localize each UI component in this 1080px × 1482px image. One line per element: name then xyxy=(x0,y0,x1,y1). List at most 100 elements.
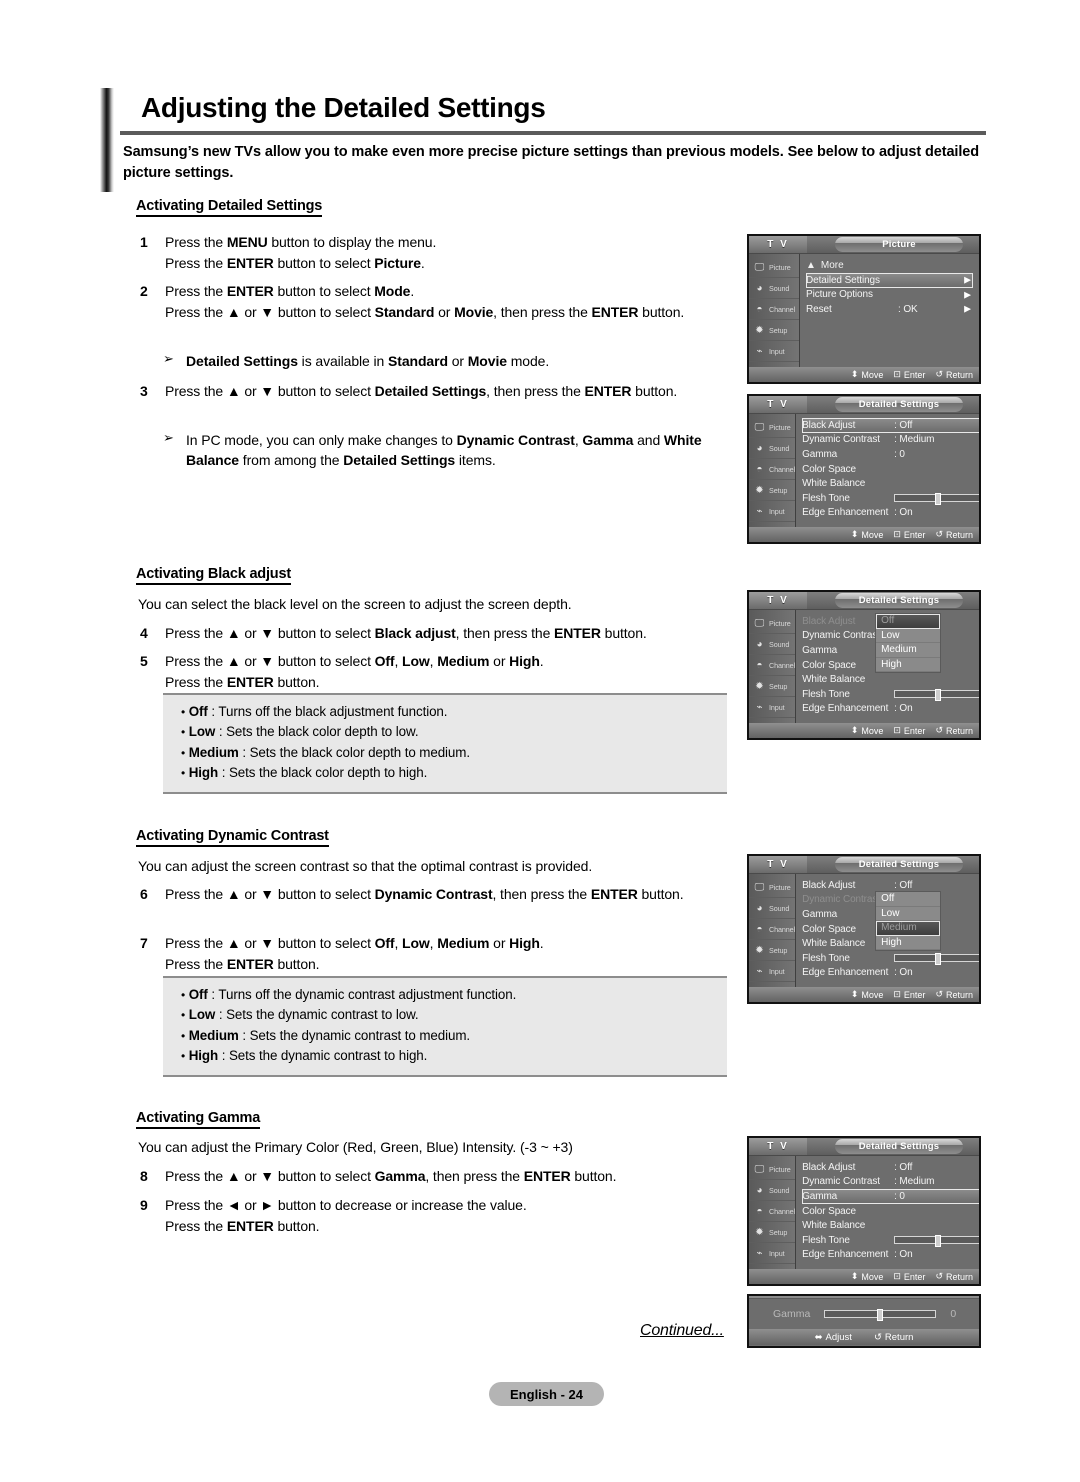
osd-row-reset[interactable]: Reset : OK ▶ xyxy=(806,302,973,317)
osd-row-edge-enhancement[interactable]: Edge Enhancement : On ▶ xyxy=(802,1248,979,1263)
input-icon: ⌁ xyxy=(756,965,763,977)
sidebar-item-sound[interactable]: ◕ Sound xyxy=(749,278,799,299)
setup-icon: ✹ xyxy=(755,1226,764,1238)
osd-menu-dynamic-contrast-dropdown: T V Detailed Settings 🖵 Picture ◕ Sound ◓ C… xyxy=(747,854,981,1004)
osd-body: 🖵 Picture ◕ Sound ◓ Channel ✹ Setup ⌁ Input ▲… xyxy=(749,254,979,382)
footer-enter[interactable]: ⊡ Enter xyxy=(893,1271,925,1282)
sidebar-label: Setup xyxy=(769,945,788,955)
row-label: Detailed Settings xyxy=(806,274,880,286)
sidebar-item-channel[interactable]: ◓ Channel xyxy=(749,1201,795,1222)
osd-row-black-adjust[interactable]: Black Adjust : Off ▶ xyxy=(802,1160,979,1175)
sidebar-item-setup[interactable]: ✹ Setup xyxy=(749,940,796,961)
sidebar-item-sound[interactable]: ◕ Sound xyxy=(749,634,796,655)
flesh-tone-slider[interactable]: 0 xyxy=(894,953,979,966)
footer-return[interactable]: ↺ Return xyxy=(935,989,973,1000)
flesh-tone-slider[interactable]: 0 xyxy=(894,689,979,702)
sidebar-item-setup[interactable]: ✹ Setup xyxy=(749,676,796,697)
sidebar-item-setup[interactable]: ✹ Setup xyxy=(749,1222,796,1243)
footer-enter[interactable]: ⊡ Enter xyxy=(893,529,925,540)
dropdown-option-off[interactable]: Off xyxy=(876,614,941,629)
footer-return[interactable]: ↺ Return xyxy=(935,1271,973,1282)
slider-knob[interactable] xyxy=(935,689,942,702)
sidebar-item-input[interactable]: ⌁ Input xyxy=(749,697,796,718)
osd-titlebar: T V Detailed Settings xyxy=(749,396,979,414)
osd-row-edge-enhancement[interactable]: Edge Enhancement : On ▶ xyxy=(802,506,979,521)
sidebar-item-sound[interactable]: ◕ Sound xyxy=(749,898,796,919)
osd-row-white-balance[interactable]: White Balance xyxy=(802,672,979,687)
osd-row-edge-enhancement[interactable]: Edge Enhancement : On xyxy=(802,966,979,981)
slider-knob[interactable] xyxy=(935,493,942,506)
sidebar-item-input[interactable]: ⌁ Input xyxy=(749,961,796,982)
dropdown-option-high[interactable]: High xyxy=(876,658,941,673)
footer-return[interactable]: ↺ Return xyxy=(935,725,973,736)
dropdown-option-low[interactable]: Low xyxy=(876,629,941,644)
osd-row-dynamic-contrast[interactable]: Dynamic Contrast : Medium ▶ xyxy=(802,433,979,448)
dropdown-option-medium[interactable]: Medium xyxy=(876,921,941,936)
sidebar-item-picture[interactable]: 🖵 Picture xyxy=(749,417,796,438)
sidebar-item-channel[interactable]: ◓ Channel xyxy=(749,459,795,480)
sidebar-item-picture[interactable]: 🖵 Picture xyxy=(749,1159,796,1180)
sidebar-item-sound[interactable]: ◕ Sound xyxy=(749,1180,796,1201)
sidebar-item-picture[interactable]: 🖵 Picture xyxy=(749,877,796,898)
return-icon: ↺ xyxy=(935,989,943,999)
osd-row-picture-options[interactable]: Picture Options ▶ xyxy=(806,288,973,303)
dropdown-option-off[interactable]: Off xyxy=(876,892,941,907)
sidebar-item-sound[interactable]: ◕ Sound xyxy=(749,438,796,459)
flesh-tone-slider[interactable]: 0 xyxy=(894,1235,979,1248)
osd-row-white-balance[interactable]: White Balance ▶ xyxy=(802,1218,979,1233)
updown-arrow-icon: ⬍ xyxy=(850,369,859,379)
sidebar-label: Channel xyxy=(769,464,796,474)
footer-return[interactable]: ↺ Return xyxy=(874,1332,913,1343)
footer-adjust[interactable]: ⬌ Adjust xyxy=(815,1332,852,1343)
sidebar-item-channel[interactable]: ◓ Channel xyxy=(749,919,795,940)
slider-knob[interactable] xyxy=(935,953,942,966)
footer-enter[interactable]: ⊡ Enter xyxy=(893,369,925,380)
osd-row-gamma[interactable]: Gamma : 0 ▶ xyxy=(802,1189,979,1204)
osd-row-flesh-tone[interactable]: Flesh Tone 0 xyxy=(802,951,979,966)
osd-row-flesh-tone[interactable]: Flesh Tone 0 xyxy=(802,491,979,506)
dropdown-option-low[interactable]: Low xyxy=(876,907,941,922)
footer-move[interactable]: ⬍ Move xyxy=(851,725,884,736)
footer-enter[interactable]: ⊡ Enter xyxy=(893,725,925,736)
input-icon: ⌁ xyxy=(756,345,763,357)
osd-more-row[interactable]: ▲ More xyxy=(806,258,973,273)
sidebar-item-input[interactable]: ⌁ Input xyxy=(749,341,799,362)
osd-row-gamma[interactable]: Gamma : 0 ▶ xyxy=(802,447,979,462)
sidebar-item-setup[interactable]: ✹ Setup xyxy=(749,320,799,341)
osd-row-color-space[interactable]: Color Space ▶ xyxy=(802,462,979,477)
footer-move[interactable]: ⬍ Move xyxy=(851,1271,884,1282)
osd-row-detailed-settings[interactable]: Detailed Settings ▶ xyxy=(806,273,973,288)
footer-enter[interactable]: ⊡ Enter xyxy=(893,989,925,1000)
gamma-slider[interactable] xyxy=(824,1309,937,1321)
dropdown-option-high[interactable]: High xyxy=(876,936,941,951)
footer-return[interactable]: ↺ Return xyxy=(935,529,973,540)
osd-row-color-space[interactable]: Color Space ▶ xyxy=(802,1204,979,1219)
sidebar-item-channel[interactable]: ◓ Channel xyxy=(749,299,799,320)
sidebar-item-input[interactable]: ⌁ Input xyxy=(749,1243,796,1264)
black-adjust-dropdown[interactable]: Off Low Medium High xyxy=(875,613,942,674)
osd-row-white-balance[interactable]: White Balance ▶ xyxy=(802,476,979,491)
slider-knob[interactable] xyxy=(935,1235,942,1248)
dynamic-contrast-dropdown[interactable]: Off Low Medium High xyxy=(875,891,942,952)
row-label: Black Adjust xyxy=(802,419,856,431)
osd-row-flesh-tone[interactable]: Flesh Tone 0 xyxy=(802,1233,979,1248)
footer-move[interactable]: ⬍ Move xyxy=(851,989,884,1000)
sidebar-label: Sound xyxy=(769,903,790,913)
sidebar-item-input[interactable]: ⌁ Input xyxy=(749,501,796,522)
osd-row-dynamic-contrast[interactable]: Dynamic Contrast : Medium ▶ xyxy=(802,1175,979,1190)
picture-icon: 🖵 xyxy=(754,421,765,433)
footer-return[interactable]: ↺ Return xyxy=(935,369,973,380)
sidebar-item-channel[interactable]: ◓ Channel xyxy=(749,655,795,676)
dropdown-option-medium[interactable]: Medium xyxy=(876,643,941,658)
sidebar-item-picture[interactable]: 🖵 Picture xyxy=(749,257,799,278)
osd-row-black-adjust[interactable]: Black Adjust : Off ▶ xyxy=(802,418,979,433)
osd-row-flesh-tone[interactable]: Flesh Tone 0 xyxy=(802,687,979,702)
title-divider xyxy=(120,131,986,135)
osd-row-edge-enhancement[interactable]: Edge Enhancement : On xyxy=(802,702,979,717)
slider-knob[interactable] xyxy=(877,1309,884,1321)
flesh-tone-slider[interactable]: 0 xyxy=(894,493,979,506)
sidebar-item-picture[interactable]: 🖵 Picture xyxy=(749,613,796,634)
sidebar-item-setup[interactable]: ✹ Setup xyxy=(749,480,796,501)
footer-move[interactable]: ⬍ Move xyxy=(851,529,884,540)
footer-move[interactable]: ⬍ Move xyxy=(851,369,884,380)
